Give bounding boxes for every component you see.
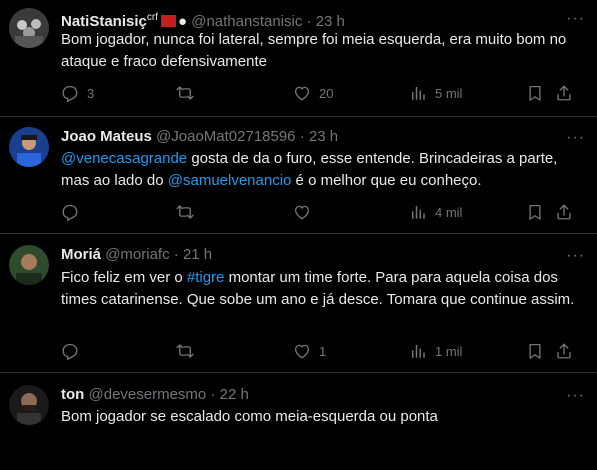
timestamp[interactable]: 23 h <box>309 128 338 145</box>
share-icon <box>557 204 571 220</box>
display-name[interactable]: Moriá <box>61 246 101 263</box>
retweet-button[interactable] <box>176 341 194 361</box>
share-button[interactable] <box>555 83 573 103</box>
views-icon <box>412 87 425 100</box>
timestamp[interactable]: 23 h <box>316 13 345 30</box>
like-button[interactable] <box>293 202 311 222</box>
bookmark-icon <box>529 85 541 101</box>
views-icon <box>412 206 425 219</box>
view-count: 5 mil <box>435 85 463 101</box>
display-name[interactable]: Joao Mateus <box>61 128 152 145</box>
mention-link[interactable]: @venecasagrande <box>61 150 187 167</box>
tweet-header: Joao Mateus @JoaoMat02718596 · 23 h <box>61 127 338 147</box>
reply-icon <box>62 343 78 360</box>
timestamp[interactable]: 22 h <box>220 386 249 403</box>
handle[interactable]: @JoaoMat02718596 <box>156 128 296 145</box>
handle[interactable]: @devesermesmo <box>89 386 207 403</box>
share-button[interactable] <box>555 341 573 361</box>
tweet-text: @venecasagrande gosta de da o furo, esse… <box>61 148 577 192</box>
name-suffix: crf <box>146 12 158 23</box>
like-count: 20 <box>319 85 334 101</box>
bookmark-button[interactable] <box>526 202 544 222</box>
views-button[interactable]: 1 mil <box>409 341 462 361</box>
bookmark-icon <box>529 343 541 359</box>
tweet[interactable]: Moriá @moriafc · 21 h ··· Fico feliz em … <box>0 234 597 373</box>
reply-button[interactable]: 3 <box>61 83 94 103</box>
handle[interactable]: @nathanstanisic <box>191 13 302 30</box>
avatar[interactable] <box>9 245 49 285</box>
views-icon <box>412 345 425 358</box>
like-button[interactable]: 1 <box>293 341 326 361</box>
avatar-image <box>9 385 49 425</box>
reply-icon <box>62 85 78 102</box>
separator: · <box>173 246 179 263</box>
bookmark-icon <box>529 204 541 220</box>
bookmark-button[interactable] <box>526 341 544 361</box>
apple-icon: ● <box>177 13 188 30</box>
tweet-text: Bom jogador, nunca foi lateral, sempre f… <box>61 31 567 70</box>
more-icon[interactable]: ··· <box>566 388 585 404</box>
tweet-text: Fico feliz em ver o #tigre montar um tim… <box>61 267 577 311</box>
reply-button[interactable] <box>61 202 79 222</box>
more-icon[interactable]: ··· <box>566 248 585 264</box>
separator: · <box>299 128 305 145</box>
share-button[interactable] <box>555 202 573 222</box>
retweet-button[interactable] <box>176 83 194 103</box>
like-icon <box>294 205 310 220</box>
more-icon[interactable]: ··· <box>566 11 585 27</box>
handle[interactable]: @moriafc <box>105 246 169 263</box>
like-button[interactable]: 20 <box>293 83 333 103</box>
avatar[interactable] <box>9 127 49 167</box>
tweet-text: Bom jogador se escalado como meia-esquer… <box>61 408 438 425</box>
view-count: 1 mil <box>435 343 463 359</box>
views-button[interactable]: 5 mil <box>409 83 462 103</box>
tweet-text-part: é o melhor que eu conheço. <box>291 172 482 189</box>
reply-icon <box>62 204 78 221</box>
tweet-text-part: Fico feliz em ver o <box>61 269 187 286</box>
retweet-button[interactable] <box>176 202 194 222</box>
reply-button[interactable] <box>61 341 79 361</box>
hashtag-link[interactable]: #tigre <box>187 269 225 286</box>
share-icon <box>557 343 571 359</box>
views-button[interactable]: 4 mil <box>409 202 462 222</box>
tweet[interactable]: ton @devesermesmo · 22 h ··· Bom jogador… <box>0 373 597 470</box>
avatar[interactable] <box>9 8 49 48</box>
avatar[interactable] <box>9 385 49 425</box>
retweet-icon <box>176 205 194 219</box>
retweet-icon <box>176 86 194 100</box>
avatar-image <box>9 127 49 167</box>
avatar-image <box>9 245 49 285</box>
tweet-actions: 3 20 5 mil <box>61 83 577 103</box>
separator: · <box>306 13 312 30</box>
tweet[interactable]: Joao Mateus @JoaoMat02718596 · 23 h ··· … <box>0 117 597 234</box>
tweet[interactable]: NatiStanisiçcrf ● @nathanstanisic · 23 h … <box>0 0 597 117</box>
timestamp[interactable]: 21 h <box>183 246 212 263</box>
tweet-header: Moriá @moriafc · 21 h <box>61 245 212 265</box>
flag-emoji-icon <box>160 15 176 27</box>
view-count: 4 mil <box>435 204 463 220</box>
tweet-actions: 4 mil <box>61 202 577 222</box>
like-icon <box>294 86 310 101</box>
mention-link[interactable]: @samuelvenancio <box>168 172 292 189</box>
separator: · <box>210 386 216 403</box>
share-icon <box>557 85 571 101</box>
reply-count: 3 <box>87 85 95 101</box>
tweet-header: ton @devesermesmo · 22 h <box>61 385 249 405</box>
bookmark-button[interactable] <box>526 83 544 103</box>
more-icon[interactable]: ··· <box>566 130 585 146</box>
like-icon <box>294 344 310 359</box>
display-name[interactable]: NatiStanisiç <box>61 13 147 30</box>
retweet-icon <box>176 344 194 358</box>
avatar-image <box>9 8 49 48</box>
tweet-actions: 1 1 mil <box>61 341 577 361</box>
display-name[interactable]: ton <box>61 386 84 403</box>
like-count: 1 <box>319 343 327 359</box>
